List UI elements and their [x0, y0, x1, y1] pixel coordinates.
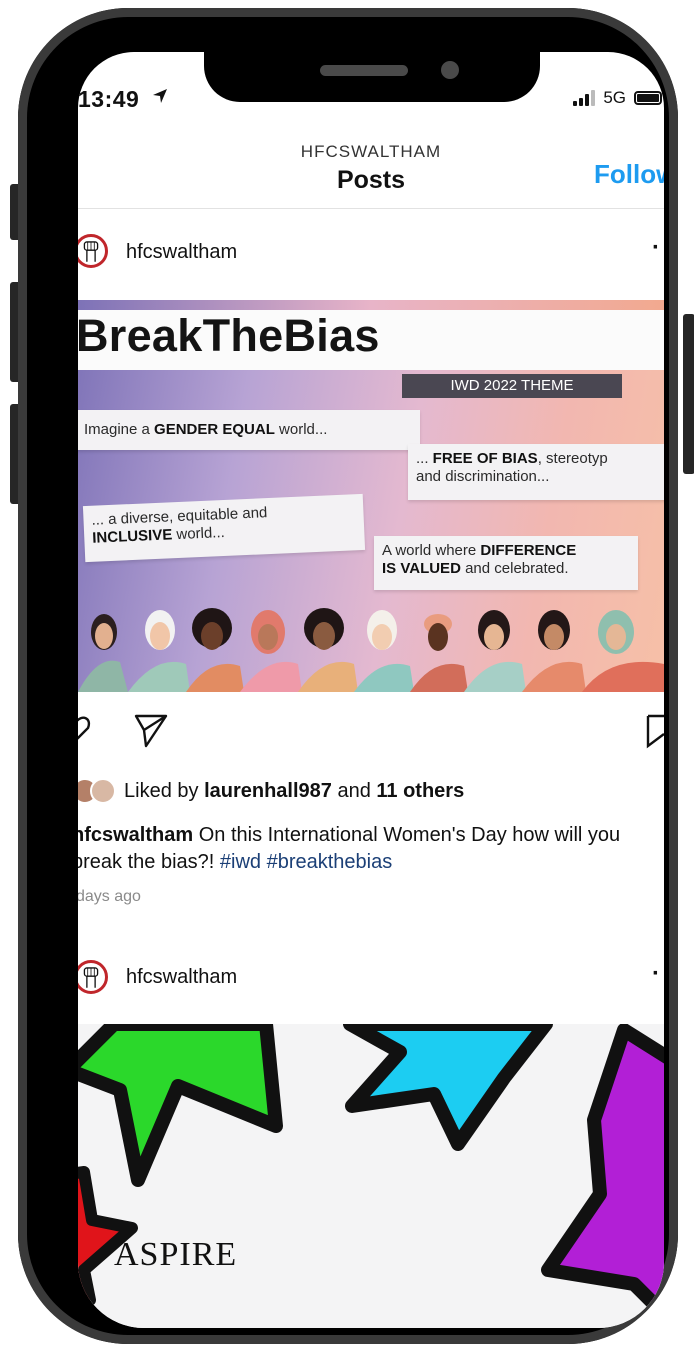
post-username[interactable]: hfcswaltham — [126, 241, 237, 264]
header-account: HFCSWALTHAM — [300, 142, 442, 161]
likes-others[interactable]: 11 others — [376, 780, 464, 802]
more-dots-icon[interactable]: · — [652, 960, 660, 988]
screen: 13:49 5G HFCSWALTHAM Posts Follow hfcswa… — [78, 52, 664, 1328]
post-caption: hfcswaltham On this International Women'… — [78, 822, 664, 876]
page-title: Posts — [336, 166, 406, 194]
image-note: ... FREE OF BIAS, stereotyp and discrimi… — [408, 444, 664, 500]
more-dots-icon[interactable]: · — [652, 234, 660, 262]
battery-icon — [634, 91, 662, 105]
share-icon — [134, 714, 168, 748]
post-image[interactable]: BreakTheBias IWD 2022 THEME Imagine a GE… — [78, 300, 664, 692]
follow-button[interactable]: Follow — [594, 159, 664, 190]
avatar[interactable] — [78, 960, 108, 994]
status-right: 5G — [573, 88, 662, 108]
post-image[interactable]: ASPIRE — [78, 1024, 664, 1328]
women-illustration — [78, 608, 664, 692]
speaker — [320, 65, 408, 76]
bookmark-icon — [646, 714, 664, 749]
likes-user[interactable]: laurenhall987 — [204, 780, 332, 802]
purple-star-icon — [541, 1024, 664, 1324]
likes-middle: and — [331, 779, 377, 802]
power-button — [683, 314, 694, 474]
notch — [204, 48, 540, 102]
cyan-star-icon — [343, 1024, 553, 1151]
image-title: BreakTheBias — [78, 310, 380, 361]
fist-logo-icon — [83, 241, 99, 262]
post-actions — [78, 714, 664, 749]
signal-bars-icon — [573, 90, 596, 106]
image-topband — [78, 300, 664, 310]
caption-user[interactable]: hfcswaltham — [78, 824, 193, 846]
hashtag-breakthebias[interactable]: #breakthebias — [267, 851, 393, 873]
likes-line[interactable]: Liked by laurenhall987 and 11 others — [78, 778, 464, 804]
image-note: A world where DIFFERENCE IS VALUED and c… — [374, 536, 638, 590]
theme-label: IWD 2022 THEME — [402, 374, 622, 398]
post-time: days ago — [78, 888, 141, 905]
liked-avatars — [78, 778, 116, 804]
heart-icon — [78, 716, 91, 740]
post-username[interactable]: hfcswaltham — [126, 966, 237, 989]
camera — [441, 61, 459, 79]
phone-frame: 13:49 5G HFCSWALTHAM Posts Follow hfcswa… — [18, 8, 678, 1344]
likes-prefix: Liked by — [124, 779, 205, 802]
stars-illustration — [78, 1024, 664, 1324]
status-time: 13:49 — [78, 86, 140, 112]
aspire-text: ASPIRE — [114, 1236, 238, 1273]
location-arrow-icon — [153, 89, 167, 103]
green-star-icon — [78, 1024, 283, 1187]
image-note: Imagine a GENDER EQUAL world... — [78, 410, 420, 450]
hashtag-iwd[interactable]: #iwd — [220, 851, 261, 873]
header-divider — [78, 208, 664, 209]
fist-logo-icon — [83, 967, 99, 988]
network-type: 5G — [603, 88, 626, 107]
avatar[interactable] — [78, 234, 108, 268]
